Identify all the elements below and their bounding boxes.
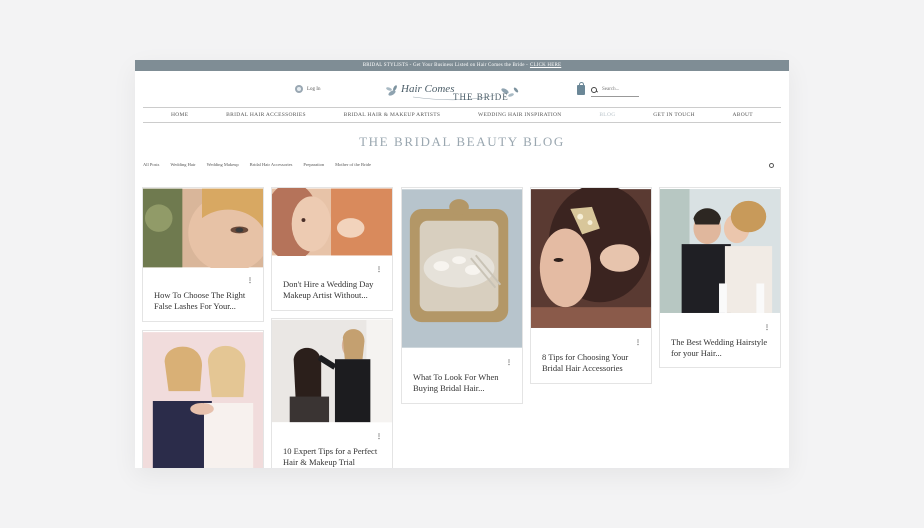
site-header: Log In Hair Comes THE BRIDE Search... — [135, 71, 789, 107]
post-image — [143, 188, 263, 268]
more-options-icon[interactable]: ⋮ — [247, 277, 253, 284]
blog-post-card[interactable]: ⋮ 10 Expert Tips for a Perfect Hair & Ma… — [271, 318, 393, 468]
post-title[interactable]: 8 Tips for Choosing Your Bridal Hair Acc… — [542, 352, 641, 374]
promo-text: BRIDAL STYLISTS - Get Your Business List… — [362, 63, 528, 68]
post-image — [143, 332, 263, 468]
logo-text-line1: Hair Comes — [401, 83, 455, 95]
more-options-icon[interactable]: ⋮ — [764, 324, 770, 331]
post-title[interactable]: How To Choose The Right False Lashes For… — [154, 290, 253, 312]
blog-post-card[interactable]: ⋮ What To Look For When Buying Bridal Ha… — [401, 187, 523, 404]
nav-item-get-in-touch[interactable]: GET IN TOUCH — [653, 112, 695, 118]
filter-wedding-makeup[interactable]: Wedding Makeup — [207, 162, 239, 167]
filter-wedding-hair[interactable]: Wedding Hair — [170, 162, 195, 167]
search-icon — [591, 86, 597, 93]
user-avatar-icon — [295, 85, 303, 93]
blog-post-card[interactable]: ⋮ The Best Wedding Hairstyle for your Ha… — [659, 187, 781, 368]
blog-post-card[interactable] — [142, 330, 264, 468]
nav-item-hair-makeup-artists[interactable]: BRIDAL HAIR & MAKEUP ARTISTS — [344, 112, 441, 118]
promo-bar: BRIDAL STYLISTS - Get Your Business List… — [135, 60, 789, 71]
post-title[interactable]: What To Look For When Buying Bridal Hair… — [413, 372, 512, 394]
blog-title: THE BRIDAL BEAUTY BLOG — [359, 134, 565, 149]
login-label: Log In — [307, 86, 321, 92]
post-image — [531, 188, 651, 328]
nav-item-blog[interactable]: BLOG — [599, 112, 615, 118]
search-placeholder: Search... — [602, 87, 620, 92]
more-options-icon[interactable]: ⋮ — [376, 433, 382, 440]
more-options-icon[interactable]: ⋮ — [376, 266, 382, 273]
post-image — [272, 188, 392, 256]
blog-post-card[interactable]: ⋮ How To Choose The Right False Lashes F… — [142, 187, 264, 322]
post-title[interactable]: 10 Expert Tips for a Perfect Hair & Make… — [283, 446, 382, 468]
more-options-icon[interactable]: ⋮ — [506, 359, 512, 366]
blog-search-icon[interactable] — [769, 163, 774, 168]
post-title[interactable]: Don't Hire a Wedding Day Makeup Artist W… — [283, 279, 382, 301]
filter-mother-of-the-bride[interactable]: Mother of the Bride — [335, 162, 371, 167]
category-filter-bar: All Posts Wedding Hair Wedding Makeup Br… — [143, 162, 371, 167]
blog-post-card[interactable]: ⋮ Don't Hire a Wedding Day Makeup Artist… — [271, 187, 393, 311]
logo-text-line2: THE BRIDE — [453, 92, 509, 102]
more-options-icon[interactable]: ⋮ — [635, 339, 641, 346]
promo-cta-link[interactable]: CLICK HERE — [530, 63, 561, 68]
post-image — [272, 319, 392, 423]
main-navigation: HOME BRIDAL HAIR ACCESSORIES BRIDAL HAIR… — [143, 107, 781, 123]
filter-preparation[interactable]: Preparation — [303, 162, 324, 167]
filter-all-posts[interactable]: All Posts — [143, 162, 159, 167]
site-logo[interactable]: Hair Comes THE BRIDE — [383, 79, 525, 107]
post-image — [402, 189, 522, 348]
shopping-bag-icon[interactable] — [577, 82, 585, 95]
post-image — [660, 189, 780, 313]
login-button[interactable]: Log In — [295, 85, 320, 93]
nav-item-wedding-hair-inspiration[interactable]: WEDDING HAIR INSPIRATION — [478, 112, 562, 118]
post-title[interactable]: The Best Wedding Hairstyle for your Hair… — [671, 337, 770, 359]
browser-page: BRIDAL STYLISTS - Get Your Business List… — [135, 60, 789, 468]
nav-item-about[interactable]: ABOUT — [733, 112, 753, 118]
nav-item-home[interactable]: HOME — [171, 112, 188, 118]
blog-post-card[interactable]: ⋮ 8 Tips for Choosing Your Bridal Hair A… — [530, 187, 652, 384]
filter-bridal-hair-accessories[interactable]: Bridal Hair Accessories — [250, 162, 293, 167]
site-search-input[interactable]: Search... — [591, 83, 639, 97]
nav-item-bridal-hair-accessories[interactable]: BRIDAL HAIR ACCESSORIES — [226, 112, 306, 118]
